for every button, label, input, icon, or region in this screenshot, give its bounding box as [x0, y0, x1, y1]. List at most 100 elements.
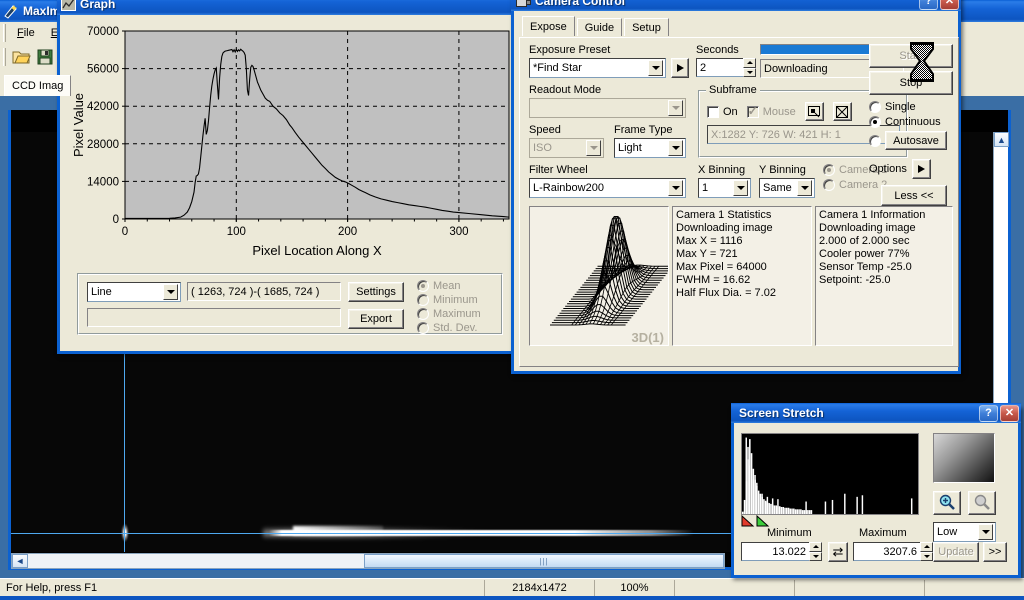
chevron-down-icon[interactable] [668, 100, 683, 116]
scroll-left-arrow[interactable]: ◄ [12, 554, 28, 568]
tab-setup[interactable]: Setup [624, 18, 669, 36]
minimum-field-group: 13.022 [741, 542, 822, 561]
maximum-stepper-up[interactable] [920, 542, 933, 552]
minimum-stepper[interactable] [809, 542, 822, 561]
export-button[interactable]: Export [348, 309, 404, 329]
exposure-action-block: Start Stop Single Continuous Autosave Op… [869, 44, 953, 206]
information-line-2: Cooler power 77% [819, 248, 910, 260]
exposure-preset-combo[interactable]: *Find Star [529, 58, 666, 78]
statistics-line-2: Max Y = 721 [676, 248, 738, 260]
maximum-field-group: 3207.6 [853, 542, 933, 561]
filter-wheel-combo[interactable]: L-Rainbow200 [529, 178, 686, 198]
seconds-input[interactable]: 2 [696, 58, 743, 77]
ccd-horizontal-scrollbar[interactable]: ◄ ||| [11, 553, 725, 569]
histogram-panel[interactable] [741, 433, 919, 515]
menu-item-file[interactable]: File [9, 25, 43, 41]
stretch-help-button[interactable]: ? [979, 404, 998, 422]
tab-setup-label: Setup [632, 21, 661, 34]
subframe-select-icon[interactable] [804, 102, 824, 121]
run-preset-button[interactable] [671, 58, 689, 78]
camera-close-button[interactable]: ✕ [940, 0, 959, 10]
stat-radio-mean[interactable]: Mean [417, 280, 481, 292]
graph-window-icon [61, 0, 76, 11]
frame-type-combo[interactable]: Light [614, 138, 686, 158]
chevron-down-icon[interactable] [733, 180, 748, 196]
x-binning-label: X Binning [698, 164, 746, 176]
y-binning-block: Y Binning Same [759, 164, 815, 198]
chevron-down-icon[interactable] [797, 180, 812, 196]
tab-ccd-image[interactable]: CCD Imag [4, 75, 72, 96]
stretch-close-button[interactable]: ✕ [1000, 404, 1019, 422]
update-button-label: Update [938, 546, 974, 558]
tab-expose[interactable]: Expose [522, 16, 575, 36]
subframe-mouse-checkbox[interactable]: Mouse [746, 104, 796, 118]
tab-guide-label: Guide [584, 21, 615, 34]
options-expand-button[interactable] [911, 159, 931, 179]
minimum-stepper-up[interactable] [809, 542, 822, 552]
readout-mode-combo[interactable] [529, 98, 686, 118]
tab-guide[interactable]: Guide [576, 18, 623, 36]
svg-text:200: 200 [338, 226, 357, 238]
maximum-stepper[interactable] [920, 542, 933, 561]
svg-text:Pixel Location Along X: Pixel Location Along X [252, 243, 382, 258]
seconds-stepper-down[interactable] [743, 67, 756, 77]
open-icon[interactable] [9, 46, 33, 68]
swap-min-max-button[interactable]: ⇄ [828, 542, 848, 562]
exposure-status-text: Downloading [764, 62, 828, 75]
min-marker-icon[interactable] [741, 514, 755, 530]
frame-type-block: Frame Type Light [614, 124, 694, 158]
subframe-reset-icon[interactable] [832, 102, 852, 121]
more-options-button[interactable]: >> [983, 542, 1007, 562]
autosave-button[interactable]: Autosave [885, 131, 947, 150]
speed-combo[interactable]: ISO [529, 138, 604, 158]
graph-extra-field[interactable] [87, 308, 341, 327]
menubar-gripper[interactable] [3, 23, 6, 42]
chevron-down-icon[interactable] [648, 60, 663, 76]
scroll-up-arrow[interactable]: ▲ [994, 132, 1009, 147]
save-icon[interactable] [33, 46, 57, 68]
subframe-on-checkbox[interactable]: On [707, 105, 738, 118]
camera-help-button[interactable]: ? [919, 0, 938, 10]
autosave-radio[interactable] [869, 134, 881, 147]
minimum-stepper-down[interactable] [809, 551, 822, 561]
toolbar-gripper[interactable] [3, 48, 6, 66]
options-label: Options [869, 163, 907, 175]
maximum-stepper-down[interactable] [920, 551, 933, 561]
seconds-label: Seconds [696, 44, 739, 56]
seconds-stepper-up[interactable] [743, 58, 756, 68]
chevron-down-icon[interactable] [163, 284, 178, 300]
settings-button[interactable]: Settings [348, 282, 404, 302]
graph-plot-area[interactable]: 0 14000 28000 42000 56000 70000 0 100 200 300 Pixe… [65, 19, 513, 265]
stretch-mode-combo[interactable]: Low [933, 522, 996, 542]
frame-type-label: Frame Type [614, 124, 673, 136]
x-binning-combo[interactable]: 1 [698, 178, 751, 198]
camera-statistics-panel: Camera 1 Statistics Downloading image Ma… [672, 206, 812, 346]
start-button[interactable]: Start [869, 44, 953, 68]
minimum-input[interactable]: 13.022 [741, 542, 809, 561]
seconds-stepper[interactable] [743, 58, 756, 77]
chevron-down-icon[interactable] [978, 524, 993, 540]
mode-radio-continuous[interactable]: Continuous [869, 116, 953, 128]
y-binning-combo[interactable]: Same [759, 178, 815, 198]
stat-radio-minimum[interactable]: Minimum [417, 294, 481, 306]
export-button-label: Export [360, 313, 392, 325]
update-button[interactable]: Update [933, 542, 979, 562]
chevron-down-icon[interactable] [586, 140, 601, 156]
preview-3d-panel[interactable]: 3D(1) [529, 206, 669, 346]
mode-continuous-label: Continuous [885, 116, 941, 128]
zoom-out-button[interactable] [968, 491, 996, 515]
stat-radio-stddev[interactable]: Std. Dev. [417, 322, 481, 334]
maximum-input[interactable]: 3207.6 [853, 542, 920, 561]
chevron-down-icon[interactable] [668, 180, 683, 196]
graph-coords-value: ( 1263, 724 )-( 1685, 724 ) [191, 285, 320, 298]
mode-radio-single[interactable]: Single [869, 101, 953, 113]
stop-button[interactable]: Stop [869, 71, 953, 95]
zoom-in-button[interactable] [933, 491, 961, 515]
maxim-title-text: MaxIm [23, 4, 61, 18]
chevron-down-icon[interactable] [668, 140, 683, 156]
scroll-thumb-horizontal[interactable]: ||| [364, 554, 724, 568]
graph-mode-combo[interactable]: Line [87, 282, 181, 302]
less-button[interactable]: Less << [881, 185, 947, 206]
stat-radio-maximum[interactable]: Maximum [417, 308, 481, 320]
subframe-coords-value: X:1282 Y: 726 W: 421 H: 1 [711, 128, 841, 141]
